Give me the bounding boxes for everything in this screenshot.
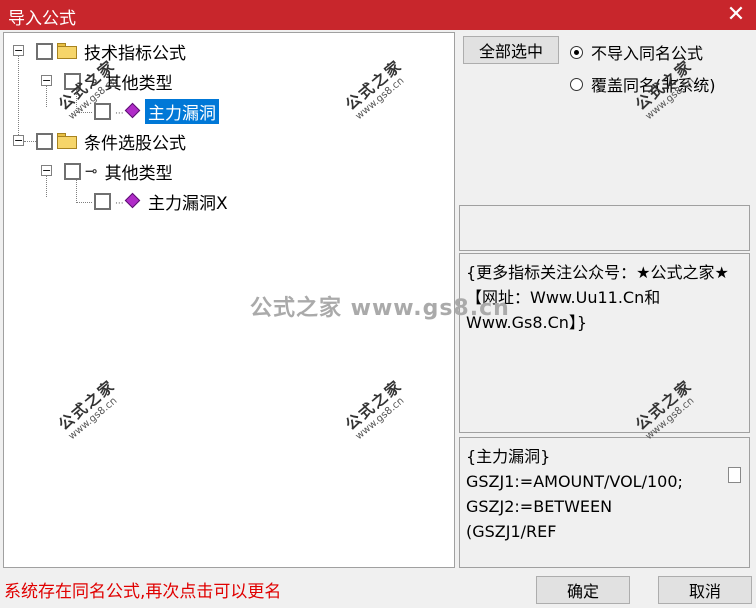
collapse-toggle[interactable]: −	[13, 45, 24, 56]
description-box: {更多指标关注公众号：★公式之家★ 【网址：Www.Uu11.Cn和Www.Gs…	[459, 253, 750, 433]
formula-preview-text: {主力漏洞} GSZJ1:=AMOUNT/VOL/100; GSZJ2:=BET…	[466, 447, 683, 541]
ok-button[interactable]: 确定	[536, 576, 630, 604]
tree-node-tech-indicators[interactable]: 技术指标公式	[36, 39, 189, 64]
node-label: 其他类型	[104, 163, 173, 184]
folder-icon	[57, 133, 77, 149]
node-checkbox[interactable]	[94, 192, 111, 210]
folder-icon	[57, 43, 77, 59]
node-label-selected: 主力漏洞	[145, 98, 219, 124]
collapse-toggle[interactable]: −	[13, 135, 24, 146]
window-title: 导入公式	[8, 9, 76, 29]
tree-node-other-types-2[interactable]: ⊸ 其他类型	[64, 159, 176, 184]
formula-preview-box: {主力漏洞} GSZJ1:=AMOUNT/VOL/100; GSZJ2:=BET…	[459, 437, 750, 568]
tree-node-stock-selection[interactable]: 条件选股公式	[36, 129, 189, 154]
watermark-center: 公式之家 www.gs8.cn	[250, 296, 510, 321]
radio-circle[interactable]	[570, 45, 583, 59]
node-checkbox[interactable]	[36, 42, 53, 60]
node-checkbox[interactable]	[94, 102, 111, 120]
empty-field	[459, 205, 750, 251]
status-message: 系统存在同名公式,再次点击可以更名	[4, 582, 282, 602]
tree-node-main-force-x[interactable]: ··· 主力漏洞X	[94, 189, 231, 214]
collapse-toggle[interactable]: −	[41, 165, 52, 176]
formula-gem-icon: ···	[115, 102, 141, 119]
tree-node-main-force[interactable]: ··· 主力漏洞	[94, 98, 219, 124]
key-icon: ⊸	[85, 162, 98, 180]
node-checkbox[interactable]	[64, 162, 81, 180]
select-all-button[interactable]: 全部选中	[463, 36, 559, 64]
radio-circle[interactable]	[570, 77, 583, 91]
title-bar: 导入公式 ✕	[0, 0, 756, 30]
node-label: 技术指标公式	[84, 43, 186, 64]
node-label: 条件选股公式	[84, 133, 186, 154]
close-icon[interactable]: ✕	[716, 0, 756, 30]
collapse-toggle[interactable]: −	[41, 75, 52, 86]
formula-gem-icon: ···	[115, 192, 141, 209]
node-checkbox[interactable]	[36, 132, 53, 150]
node-label: 主力漏洞X	[148, 193, 228, 214]
cancel-button[interactable]: 取消	[658, 576, 752, 604]
preview-scrollbar[interactable]	[728, 467, 741, 483]
